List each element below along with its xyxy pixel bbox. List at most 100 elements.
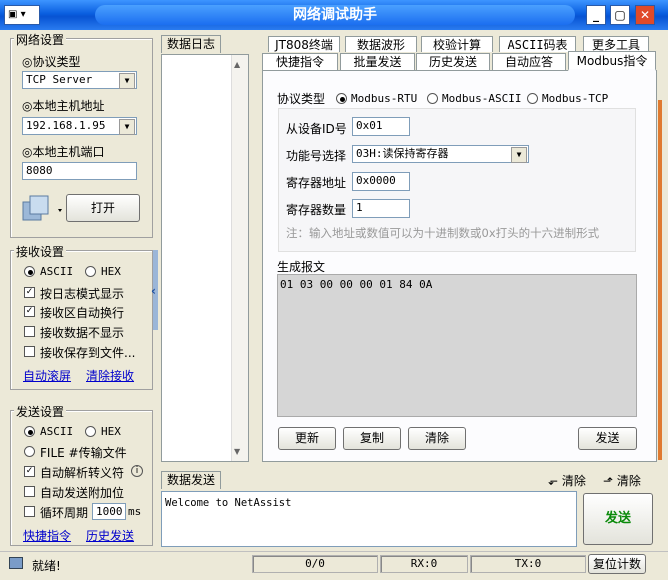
scroll-up-icon[interactable]: ▲: [234, 60, 240, 69]
scroll-down-icon[interactable]: ▼: [234, 447, 240, 456]
status-text: 就绪!: [32, 559, 61, 573]
clear-report-button[interactable]: 清除: [408, 427, 466, 450]
register-count-input[interactable]: 1: [352, 199, 410, 218]
send-textarea[interactable]: Welcome to NetAssist: [161, 491, 577, 547]
tcp-label: Modbus-TCP: [542, 92, 609, 105]
ascii-radio[interactable]: [427, 93, 438, 104]
host-select[interactable]: 192.168.1.95 ▼: [22, 117, 137, 135]
send-hex-label: HEX: [101, 425, 121, 438]
save-file-label: 接收保存到文件...: [40, 346, 136, 360]
tab-jt808[interactable]: JT808终端: [268, 36, 340, 52]
cycle-input[interactable]: 1000: [92, 503, 126, 520]
minimize-icon[interactable]: _: [586, 5, 606, 25]
network-settings-label: 网络设置: [14, 31, 67, 48]
clear-send-area[interactable]: ⬐ 清除: [548, 472, 586, 489]
recv-hex-label: HEX: [101, 265, 121, 278]
auto-scroll-link[interactable]: 自动滚屏: [23, 367, 71, 384]
send-ascii-label: ASCII: [40, 425, 74, 438]
port-label: ◎本地主机端口: [22, 145, 105, 159]
function-value: 03H:读保持寄存器: [356, 147, 449, 160]
cycle-label: 循环周期: [40, 506, 89, 520]
save-file-checkbox[interactable]: [24, 346, 35, 357]
recv-ascii-label: ASCII: [40, 265, 74, 278]
rtu-radio[interactable]: [336, 93, 347, 104]
modbus-protocol-label: 协议类型: [277, 92, 326, 106]
chevron-down-icon[interactable]: ▼: [119, 73, 135, 89]
function-label: 功能号选择: [286, 149, 347, 163]
data-log-label: 数据日志: [161, 35, 221, 53]
append-checkbox[interactable]: [24, 486, 35, 497]
reset-count-button[interactable]: 复位计数: [588, 554, 646, 574]
send-ascii-radio[interactable]: [24, 426, 35, 437]
right-edge-bar: [658, 100, 662, 460]
send-button[interactable]: 发送: [583, 493, 653, 545]
recv-hex-radio[interactable]: [85, 266, 96, 277]
tab-batch-send[interactable]: 批量发送: [340, 53, 415, 70]
host-label: ◎本地主机地址: [22, 99, 105, 113]
tab-history-send[interactable]: 历史发送: [416, 53, 490, 70]
send-file-radio[interactable]: [24, 446, 35, 457]
chevron-down-icon[interactable]: ▼: [511, 147, 527, 163]
log-mode-checkbox[interactable]: ✓: [24, 287, 35, 298]
protocol-select[interactable]: TCP Server ▼: [22, 71, 137, 89]
clear-history-area[interactable]: ⬏ 清除: [603, 472, 641, 489]
tab-modbus[interactable]: Modbus指令: [568, 51, 656, 71]
restore-icon[interactable]: ▢: [610, 5, 630, 25]
clear-receive-link[interactable]: 清除接收: [86, 367, 134, 384]
tab-ascii-table[interactable]: ASCII码表: [499, 36, 576, 52]
port-input[interactable]: 8080: [22, 162, 137, 180]
clear-down-icon: ⬐: [548, 474, 559, 488]
copy-button[interactable]: 复制: [343, 427, 401, 450]
host-value: 192.168.1.95: [26, 119, 106, 132]
update-button[interactable]: 更新: [278, 427, 336, 450]
open-button[interactable]: 打开: [66, 194, 140, 222]
tab-auto-reply[interactable]: 自动应答: [492, 53, 566, 70]
history-link[interactable]: 历史发送: [86, 527, 134, 544]
info-icon[interactable]: i: [131, 465, 143, 477]
protocol-value: TCP Server: [26, 73, 93, 86]
report-label: 生成报文: [277, 260, 326, 274]
tab-quick-cmd[interactable]: 快捷指令: [262, 53, 338, 70]
format-note: 注：输入地址或数值可以为十进制数或0x打头的十六进制形式: [286, 226, 600, 240]
slave-id-input[interactable]: 0x01: [352, 117, 410, 136]
auto-wrap-label: 接收区自动换行: [40, 306, 125, 320]
status-tx: TX:0: [470, 555, 586, 573]
window-title: 网络调试助手: [95, 5, 575, 25]
append-label: 自动发送附加位: [40, 486, 125, 500]
clear-send-label: 清除: [561, 474, 586, 488]
status-led-icon: [9, 557, 23, 569]
hide-data-checkbox[interactable]: [24, 326, 35, 337]
log-scrollbar[interactable]: [231, 55, 248, 461]
report-output[interactable]: 01 03 00 00 00 01 84 0A: [277, 274, 637, 417]
register-count-label: 寄存器数量: [286, 203, 347, 217]
send-settings-label: 发送设置: [14, 403, 67, 420]
system-menu-icon[interactable]: ▣ ▾: [4, 5, 40, 25]
close-icon[interactable]: ✕: [635, 5, 655, 25]
send-hex-radio[interactable]: [85, 426, 96, 437]
cycle-unit: ms: [128, 505, 142, 518]
status-rx: RX:0: [380, 555, 468, 573]
chevron-down-icon[interactable]: ▼: [119, 119, 135, 135]
slave-id-label: 从设备ID号: [286, 122, 347, 136]
clear-history-label: 清除: [616, 474, 641, 488]
register-addr-input[interactable]: 0x0000: [352, 172, 410, 191]
cycle-checkbox[interactable]: [24, 506, 35, 517]
clear-up-icon: ⬏: [603, 474, 614, 488]
tab-checksum[interactable]: 校验计算: [421, 36, 493, 52]
tab-waveform[interactable]: 数据波形: [345, 36, 417, 52]
tcp-radio[interactable]: [527, 93, 538, 104]
ascii-mode-label: Modbus-ASCII: [442, 92, 522, 105]
rtu-label: Modbus-RTU: [351, 92, 418, 105]
modbus-send-button[interactable]: 发送: [578, 427, 637, 450]
auto-wrap-checkbox[interactable]: ✓: [24, 306, 35, 317]
status-count: 0/0: [252, 555, 378, 573]
function-select[interactable]: 03H:读保持寄存器 ▼: [352, 145, 529, 163]
collapse-arrow-icon[interactable]: ‹: [151, 284, 156, 298]
quick-cmd-link[interactable]: 快捷指令: [23, 527, 71, 544]
tab-more-tools[interactable]: 更多工具: [583, 36, 649, 52]
hide-data-label: 接收数据不显示: [40, 326, 125, 340]
connection-icon[interactable]: [22, 195, 62, 221]
log-mode-label: 按日志模式显示: [40, 287, 125, 301]
recv-ascii-radio[interactable]: [24, 266, 35, 277]
escape-checkbox[interactable]: ✓: [24, 466, 35, 477]
